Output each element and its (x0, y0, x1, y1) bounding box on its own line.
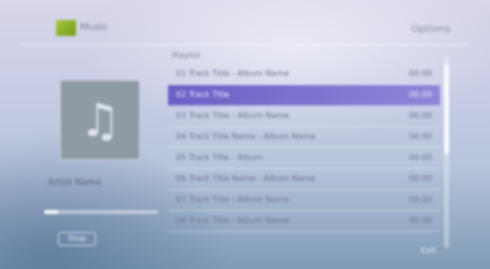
playlist-row[interactable]: 08 Track Title - Album Name 00:00 (168, 211, 440, 232)
app-title: Music (80, 22, 109, 33)
track-title: 02 Track Title (176, 90, 230, 99)
playlist-scrollbar[interactable] (444, 58, 449, 248)
track-title: 07 Track Title - Album Name (176, 195, 290, 204)
playback-progress-fill (44, 210, 58, 214)
track-title: 08 Track Title - Album Name (176, 216, 290, 225)
track-duration: 00:00 (408, 153, 432, 162)
stop-button[interactable]: Stop (58, 232, 96, 246)
playlist-row[interactable]: 02 Track Title 00:00 (168, 85, 440, 106)
music-note-icon: ♫ (79, 93, 121, 147)
playlist-row[interactable]: 01 Track Title - Album Name 00:00 (168, 64, 440, 85)
track-duration: 00:00 (408, 216, 432, 225)
playback-progress-bar[interactable] (44, 210, 158, 214)
exit-hint[interactable]: Exit (421, 246, 436, 255)
album-art: ♫ (60, 80, 140, 160)
track-title: 04 Track Title Name - Album Name (176, 132, 316, 141)
track-duration: 00:00 (408, 111, 432, 120)
playlist-row[interactable]: 04 Track Title Name - Album Name 00:00 (168, 127, 440, 148)
track-duration: 00:00 (408, 69, 432, 78)
playlist-caption: Playlist (172, 51, 201, 60)
track-duration: 00:00 (408, 174, 432, 183)
header-bar: Music Options (0, 0, 490, 50)
track-duration: 00:00 (408, 90, 432, 99)
track-title: 03 Track Title - Album Name (176, 111, 290, 120)
scrollbar-thumb[interactable] (444, 64, 449, 154)
track-duration: 00:00 (408, 195, 432, 204)
track-title: 05 Track Title - Album (176, 153, 263, 162)
track-duration: 00:00 (408, 132, 432, 141)
track-title: 01 Track Title - Album Name (176, 69, 290, 78)
track-title: 06 Track Title Name - Album Name (176, 174, 316, 183)
header-divider (20, 44, 470, 45)
playlist-row[interactable]: 05 Track Title - Album 00:00 (168, 148, 440, 169)
app-logo (56, 20, 76, 36)
playlist: Playlist 01 Track Title - Album Name 00:0… (168, 48, 440, 232)
album-name: Artist Name (48, 178, 102, 188)
playlist-row[interactable]: 03 Track Title - Album Name 00:00 (168, 106, 440, 127)
playlist-row[interactable]: 07 Track Title - Album Name 00:00 (168, 190, 440, 211)
playlist-row[interactable]: 06 Track Title Name - Album Name 00:00 (168, 169, 440, 190)
options-label[interactable]: Options (411, 24, 450, 35)
